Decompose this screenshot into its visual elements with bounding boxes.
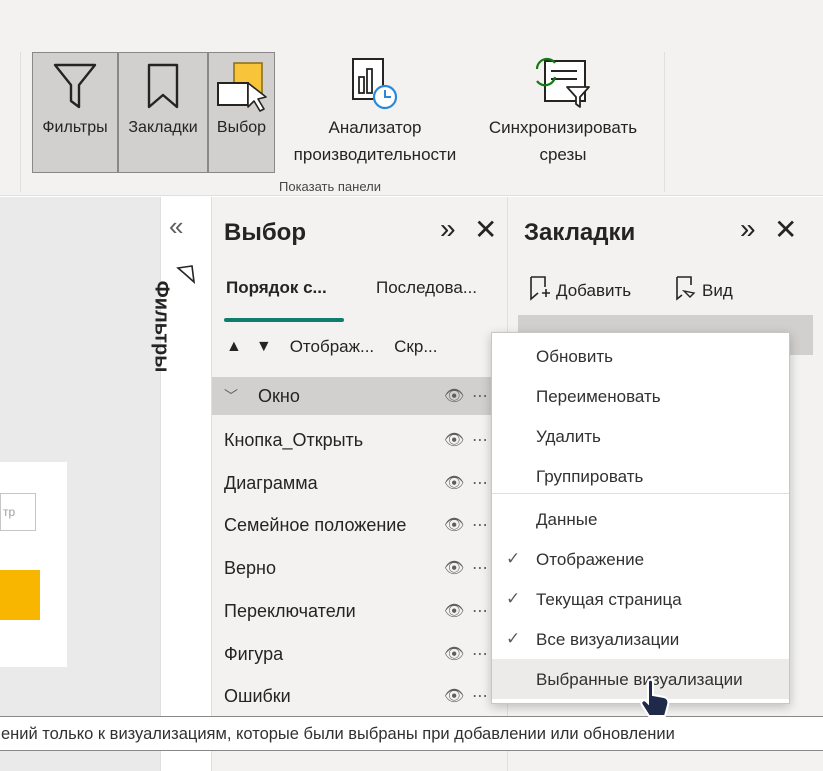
checkmark-icon: ✓ (506, 589, 521, 608)
expand-double-chevron-icon[interactable]: » (740, 213, 756, 245)
sync-slicers-label-2: срезы (539, 145, 587, 164)
eye-icon[interactable]: 👁 (444, 558, 464, 578)
bookmark-context-menu: Обновить Переименовать Удалить Группиров… (491, 332, 790, 704)
layer-item[interactable]: Кнопка_Открыть 👁 ⋯ (212, 421, 508, 459)
hand-cursor-icon (638, 678, 672, 727)
eye-icon[interactable]: 👁 (444, 473, 464, 493)
orange-button-visual[interactable] (0, 570, 40, 620)
layer-item[interactable]: Диаграмма 👁 ⋯ (212, 464, 508, 502)
bookmark-icon (145, 59, 181, 113)
layer-name: Ошибки (224, 685, 291, 706)
sync-slicers-button[interactable]: Синхронизировать срезы (474, 52, 652, 168)
menu-item-data[interactable]: Данные (492, 499, 789, 539)
sync-slicers-icon (533, 52, 593, 114)
performance-analyzer-label-2: производительности (293, 145, 457, 164)
menu-item-delete[interactable]: Удалить (492, 416, 789, 456)
more-options-icon[interactable]: ⋯ (472, 430, 488, 450)
menu-item-all-visuals[interactable]: ✓ Все визуализации (492, 619, 789, 659)
show-panes-group-label: Показать панели (279, 179, 381, 194)
add-bookmark-button[interactable]: Добавить (528, 275, 631, 306)
performance-analyzer-icon (349, 52, 401, 114)
eye-icon[interactable]: 👁 (444, 515, 464, 535)
more-options-icon[interactable]: ⋯ (472, 601, 488, 621)
menu-separator (492, 493, 789, 494)
eye-icon[interactable]: 👁 (444, 601, 464, 621)
checkmark-icon: ✓ (506, 549, 521, 568)
eye-icon[interactable]: 👁 (444, 644, 464, 664)
hide-all-button[interactable]: Скр... (394, 337, 437, 357)
tab-tab-order[interactable]: Последова... (376, 278, 477, 298)
expand-double-chevron-icon[interactable]: » (440, 213, 456, 245)
selection-pane-button[interactable]: Выбор (208, 52, 275, 173)
bookmarks-pane-title: Закладки (524, 219, 636, 246)
bookmarks-pane-button[interactable]: Закладки (118, 52, 208, 173)
layer-item[interactable]: Переключатели 👁 ⋯ (212, 592, 508, 630)
layer-item[interactable]: Семейное положение 👁 ⋯ (212, 506, 508, 544)
view-bookmark-label: Вид (702, 280, 733, 300)
selection-pane-title: Выбор (224, 219, 306, 246)
performance-analyzer-label-1: Анализатор (328, 118, 422, 137)
menu-item-display[interactable]: ✓ Отображение (492, 539, 789, 579)
report-canvas: тр (0, 197, 160, 771)
order-toolbar: ▲ ▼ Отображ... Скр... (226, 337, 438, 357)
sync-slicers-label-1: Синхронизировать (488, 118, 638, 137)
view-bookmark-button[interactable]: Вид (674, 275, 733, 306)
checkmark-icon: ✓ (506, 629, 521, 648)
add-bookmark-label: Добавить (556, 280, 632, 300)
more-options-icon[interactable]: ⋯ (472, 644, 488, 664)
close-icon[interactable]: ✕ (474, 213, 497, 246)
selection-pane: Выбор » ✕ Порядок с... Последова... ▲ ▼ … (212, 197, 508, 771)
active-tab-underline (224, 318, 344, 322)
bookmarks-pane-label: Закладки (128, 119, 198, 136)
add-bookmark-icon (528, 275, 550, 306)
eye-icon[interactable]: 👁 (444, 386, 464, 406)
layer-name: Семейное положение (224, 514, 407, 535)
layer-name: Кнопка_Открыть (224, 429, 364, 450)
close-icon[interactable]: ✕ (774, 213, 797, 246)
menu-item-group[interactable]: Группировать (492, 456, 789, 496)
layer-item[interactable]: Ошибки 👁 ⋯ (212, 677, 508, 715)
filters-collapsed-strip[interactable]: « Фильтры (150, 197, 212, 771)
performance-analyzer-button[interactable]: Анализатор производительности (278, 52, 472, 168)
ribbon-separator (20, 52, 21, 192)
ribbon: Фильтры Закладки Выбор Анализатор произв… (0, 0, 823, 196)
tab-layer-order[interactable]: Порядок с... (226, 278, 327, 298)
menu-item-rename[interactable]: Переименовать (492, 376, 789, 416)
move-up-icon[interactable]: ▲ (226, 338, 242, 356)
selection-pane-label: Выбор (216, 119, 267, 136)
selection-icon (214, 59, 270, 113)
eye-icon[interactable]: 👁 (444, 430, 464, 450)
more-options-icon[interactable]: ⋯ (472, 558, 488, 578)
move-down-icon[interactable]: ▼ (256, 338, 272, 356)
ribbon-top-area (0, 0, 823, 40)
show-all-button[interactable]: Отображ... (290, 337, 374, 357)
layer-name: Переключатели (224, 600, 356, 621)
tooltip: ений только к визуализациям, которые был… (0, 716, 823, 751)
layer-name: Фигура (224, 643, 284, 664)
filter-icon (51, 59, 99, 113)
layer-name: Диаграмма (224, 472, 318, 493)
filters-pane-label: Фильтры (42, 119, 108, 136)
menu-item-update[interactable]: Обновить (492, 336, 789, 376)
layer-item[interactable]: ﹀ Окно 👁 ⋯ (212, 377, 508, 415)
filters-strip-label: Фильтры (150, 280, 173, 373)
canvas-text-input[interactable]: тр (0, 493, 36, 531)
layer-name: Окно (258, 385, 300, 406)
menu-item-current-page[interactable]: ✓ Текущая страница (492, 579, 789, 619)
layer-item[interactable]: Верно 👁 ⋯ (212, 549, 508, 587)
layer-name: Верно (224, 557, 276, 578)
view-bookmark-icon (674, 275, 696, 306)
filters-pane-button[interactable]: Фильтры (32, 52, 118, 173)
more-options-icon[interactable]: ⋯ (472, 515, 488, 535)
ribbon-separator (664, 52, 665, 192)
expand-caret-icon[interactable]: ﹀ (224, 386, 238, 406)
more-options-icon[interactable]: ⋯ (472, 386, 488, 406)
more-options-icon[interactable]: ⋯ (472, 473, 488, 493)
more-options-icon[interactable]: ⋯ (472, 686, 488, 706)
expand-chevron-icon[interactable]: « (169, 211, 183, 242)
layer-item[interactable]: Фигура 👁 ⋯ (212, 635, 508, 673)
eye-icon[interactable]: 👁 (444, 686, 464, 706)
